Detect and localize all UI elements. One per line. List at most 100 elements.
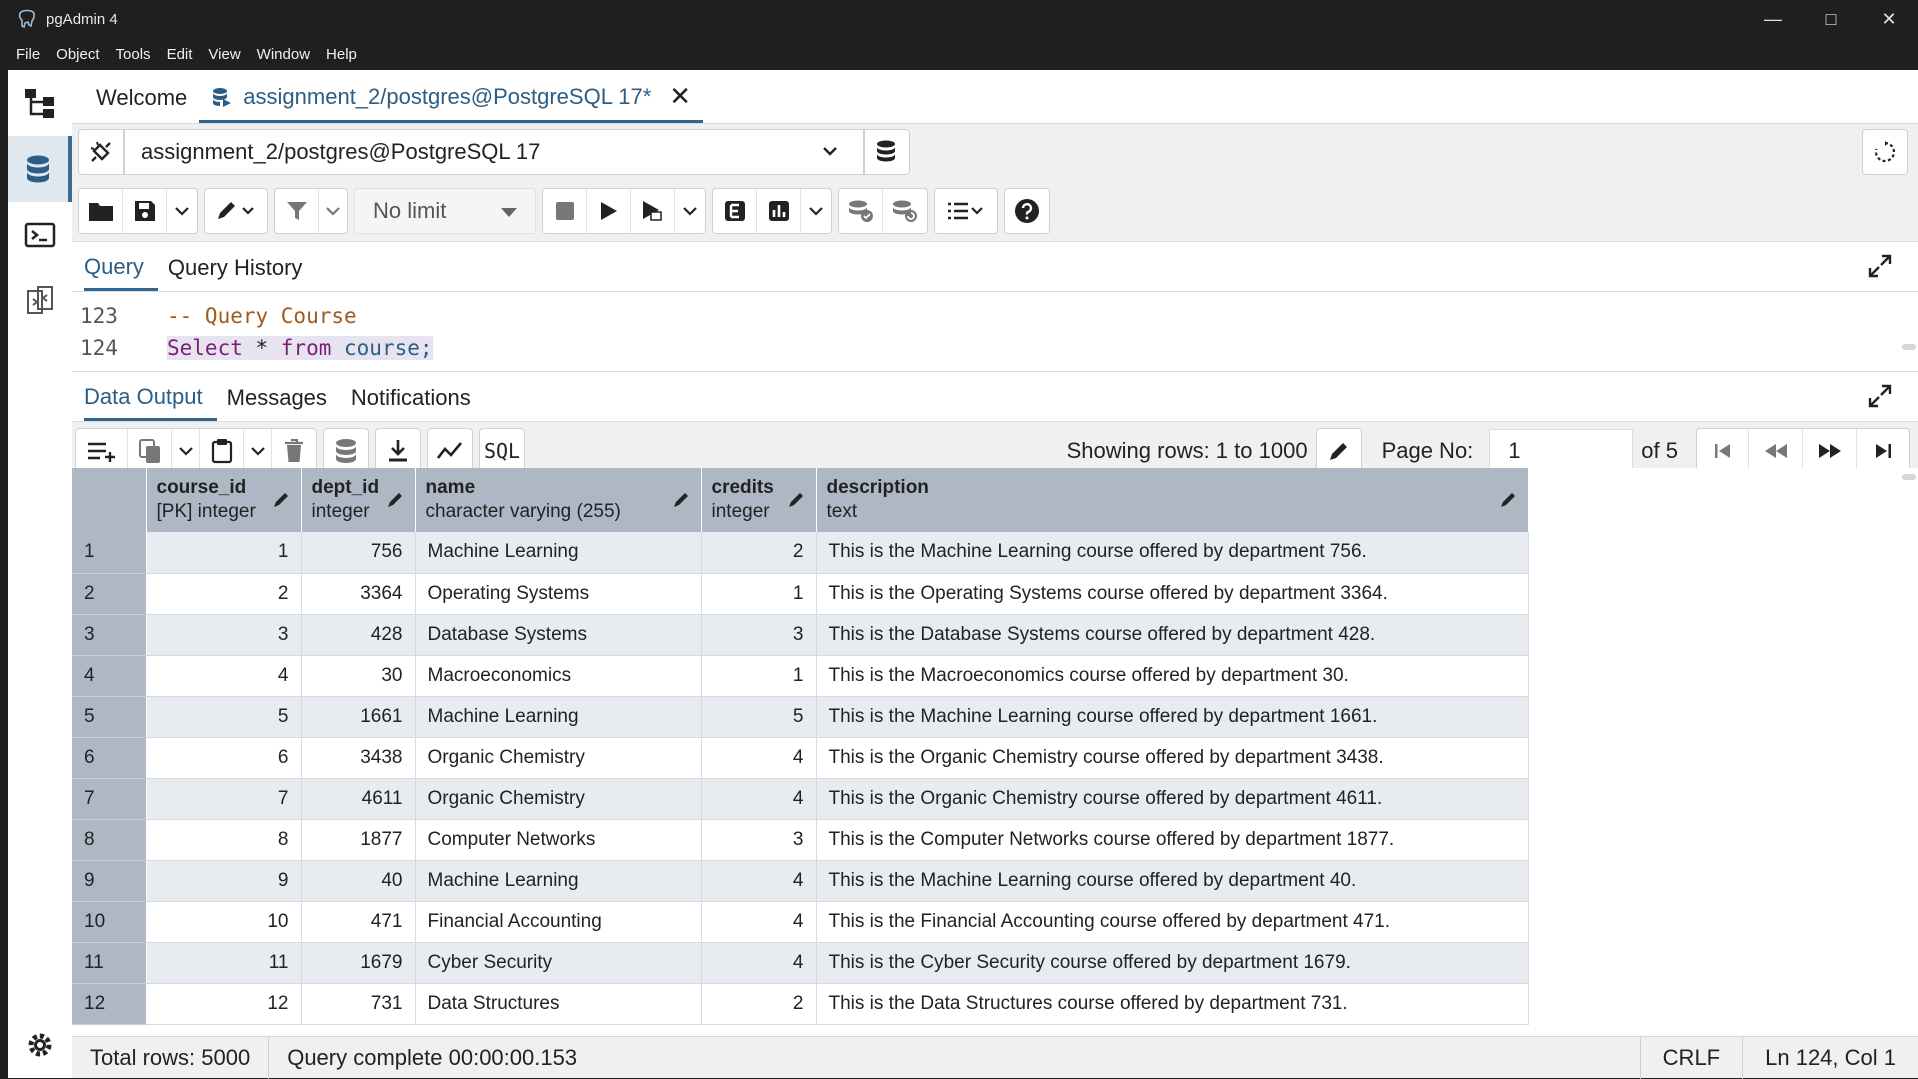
edit-column-icon[interactable]	[387, 490, 405, 514]
cell-credits[interactable]: 1	[701, 573, 817, 615]
settings-gear-icon[interactable]	[8, 1012, 72, 1078]
cell-credits[interactable]: 3	[701, 614, 817, 656]
cell-description[interactable]: This is the Machine Learning course offe…	[816, 696, 1529, 738]
cell-credits[interactable]: 2	[701, 983, 817, 1025]
row-number-cell[interactable]: 3	[72, 614, 147, 656]
tab-query-history[interactable]: Query History	[168, 245, 316, 291]
save-icon[interactable]	[123, 188, 167, 233]
cell-name[interactable]: Macroeconomics	[415, 655, 702, 697]
column-header-name[interactable]: name character varying (255)	[415, 468, 702, 532]
next-page-icon[interactable]	[1803, 429, 1857, 473]
cell-credits[interactable]: 4	[701, 860, 817, 902]
row-number-cell[interactable]: 10	[72, 901, 147, 943]
connection-status-icon[interactable]	[78, 129, 124, 175]
paste-chevron-icon[interactable]	[244, 429, 272, 473]
cell-credits[interactable]: 4	[701, 901, 817, 943]
cell-credits[interactable]: 1	[701, 655, 817, 697]
cell-name[interactable]: Machine Learning	[415, 532, 702, 574]
row-number-cell[interactable]: 11	[72, 942, 147, 984]
cell-name[interactable]: Machine Learning	[415, 696, 702, 738]
explain-analyze-icon[interactable]	[757, 188, 801, 233]
explain-icon[interactable]	[713, 188, 757, 233]
delete-row-icon[interactable]	[272, 429, 316, 473]
grid-scrollbar[interactable]	[1892, 468, 1918, 1036]
cell-name[interactable]: Operating Systems	[415, 573, 702, 615]
cell-dept-id[interactable]: 756	[301, 532, 416, 574]
row-number-cell[interactable]: 4	[72, 655, 147, 697]
cell-dept-id[interactable]: 30	[301, 655, 416, 697]
save-data-icon[interactable]	[324, 429, 368, 473]
expand-output-icon[interactable]	[1868, 384, 1892, 413]
first-page-icon[interactable]	[1697, 429, 1749, 473]
execute-script-icon[interactable]	[631, 188, 675, 233]
cell-description[interactable]: This is the Machine Learning course offe…	[816, 860, 1529, 902]
cell-dept-id[interactable]: 1877	[301, 819, 416, 861]
cell-description[interactable]: This is the Organic Chemistry course off…	[816, 737, 1529, 779]
tab-query-tool[interactable]: assignment_2/postgres@PostgreSQL 17* ✕	[199, 73, 704, 123]
table-row[interactable]: 1 1 756 Machine Learning 2 This is the Machin…	[72, 532, 1529, 574]
cell-description[interactable]: This is the Financial Accounting course …	[816, 901, 1529, 943]
table-row[interactable]: 5 5 1661 Machine Learning 5 This is the Machi…	[72, 696, 1529, 738]
cell-course-id[interactable]: 9	[146, 860, 302, 902]
cell-credits[interactable]: 4	[701, 942, 817, 984]
table-row[interactable]: 9 9 40 Machine Learning 4 This is the Machine…	[72, 860, 1529, 902]
column-header-description[interactable]: description text	[816, 468, 1529, 532]
row-number-cell[interactable]: 9	[72, 860, 147, 902]
column-header-credits[interactable]: credits integer	[701, 468, 817, 532]
cell-course-id[interactable]: 10	[146, 901, 302, 943]
psql-tool-icon[interactable]	[8, 202, 72, 268]
save-options-chevron-icon[interactable]	[167, 189, 197, 233]
cell-dept-id[interactable]: 1661	[301, 696, 416, 738]
paste-icon[interactable]	[200, 429, 244, 473]
filter-icon[interactable]	[275, 188, 319, 233]
edit-column-icon[interactable]	[1500, 490, 1518, 514]
cell-description[interactable]: This is the Database Systems course offe…	[816, 614, 1529, 656]
table-row[interactable]: 6 6 3438 Organic Chemistry 4 This is the Orga…	[72, 737, 1529, 779]
row-number-cell[interactable]: 12	[72, 983, 147, 1025]
last-page-icon[interactable]	[1857, 429, 1909, 473]
cell-credits[interactable]: 4	[701, 778, 817, 820]
copy-icon[interactable]	[128, 429, 172, 473]
sql-editor[interactable]: 123 124 -- Query Course Select * from co…	[72, 292, 1918, 372]
tab-welcome[interactable]: Welcome	[84, 73, 199, 123]
sql-view-button[interactable]: SQL	[480, 429, 524, 473]
cell-course-id[interactable]: 7	[146, 778, 302, 820]
cell-description[interactable]: This is the Computer Networks course off…	[816, 819, 1529, 861]
cell-description[interactable]: This is the Organic Chemistry course off…	[816, 778, 1529, 820]
table-row[interactable]: 2 2 3364 Operating Systems 1 This is the Oper…	[72, 573, 1529, 615]
cell-course-id[interactable]: 5	[146, 696, 302, 738]
cell-description[interactable]: This is the Cyber Security course offere…	[816, 942, 1529, 984]
menu-file[interactable]: File	[8, 46, 48, 63]
page-number-input[interactable]: 1	[1489, 429, 1634, 473]
cell-dept-id[interactable]: 4611	[301, 778, 416, 820]
open-file-icon[interactable]	[79, 188, 123, 233]
scroll-thumb[interactable]	[1902, 474, 1916, 480]
cell-course-id[interactable]: 6	[146, 737, 302, 779]
menu-help[interactable]: Help	[318, 46, 365, 63]
cell-dept-id[interactable]: 471	[301, 901, 416, 943]
table-row[interactable]: 3 3 428 Database Systems 3 This is the Databa…	[72, 614, 1529, 656]
row-number-header[interactable]	[72, 468, 147, 532]
row-number-cell[interactable]: 6	[72, 737, 147, 779]
macros-list-icon[interactable]	[935, 189, 997, 233]
row-number-cell[interactable]: 1	[72, 532, 147, 574]
cell-name[interactable]: Organic Chemistry	[415, 778, 702, 820]
cell-description[interactable]: This is the Macroeconomics course offere…	[816, 655, 1529, 697]
menu-window[interactable]: Window	[249, 46, 318, 63]
explain-chevron-icon[interactable]	[801, 189, 831, 233]
edit-column-icon[interactable]	[673, 490, 691, 514]
filter-chevron-icon[interactable]	[319, 189, 347, 233]
cell-description[interactable]: This is the Machine Learning course offe…	[816, 532, 1529, 574]
object-explorer-icon[interactable]	[8, 70, 72, 136]
cell-dept-id[interactable]: 40	[301, 860, 416, 902]
table-row[interactable]: 8 8 1877 Computer Networks 3 This is the Comp…	[72, 819, 1529, 861]
table-row[interactable]: 7 7 4611 Organic Chemistry 4 This is the Orga…	[72, 778, 1529, 820]
cell-description[interactable]: This is the Operating Systems course off…	[816, 573, 1529, 615]
menu-tools[interactable]: Tools	[108, 46, 159, 63]
cell-course-id[interactable]: 12	[146, 983, 302, 1025]
table-row[interactable]: 10 10 471 Financial Accounting 4 This is the …	[72, 901, 1529, 943]
cell-course-id[interactable]: 3	[146, 614, 302, 656]
connection-select[interactable]: assignment_2/postgres@PostgreSQL 17	[124, 129, 864, 175]
stop-icon[interactable]	[543, 188, 587, 233]
expand-editor-icon[interactable]	[1868, 254, 1892, 283]
